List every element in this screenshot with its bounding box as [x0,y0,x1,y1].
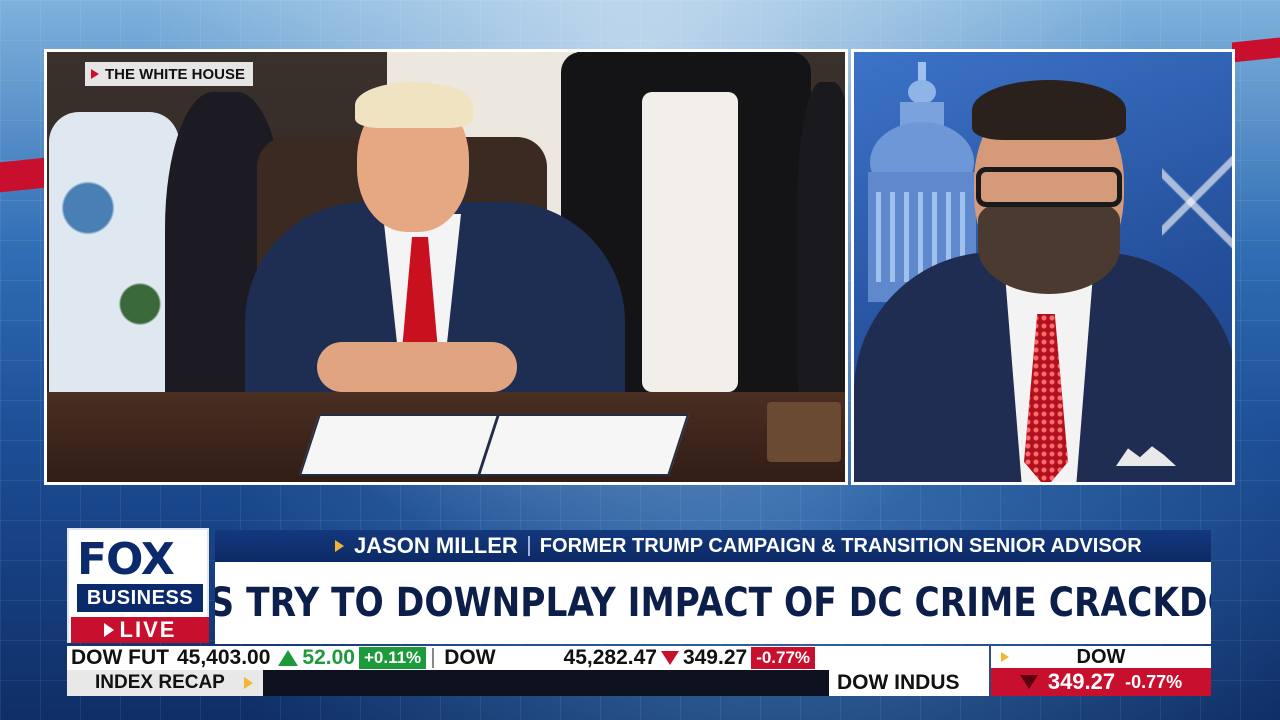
divider [527,536,530,556]
dow-fut-change: 52.00 [274,646,359,670]
index-box-label: DOW [1076,645,1126,668]
dow-fut-value: 45,403.00 [176,646,271,669]
dow-fut-pct: +0.11% [358,647,427,669]
live-badge: LIVE [71,617,209,643]
index-box-change: 349.27 [1047,669,1116,694]
location-tag-text: THE WHITE HOUSE [105,65,246,83]
play-arrow-icon [103,623,114,637]
attendee-floral-dress [49,112,179,432]
ticker-crawl-text: DOW INDUS [829,670,989,696]
index-recap-label: INDEX RECAP [95,672,225,693]
dow-label: DOW [444,646,496,669]
stock-ticker: DOW FUT 45,403.00 52.00 +0.11% DOW 45,28… [67,646,989,670]
left-video-feed: THE WHITE HOUSE [44,49,848,485]
dow-fut-label: DOW FUT [71,646,169,669]
right-video-feed [851,49,1235,485]
fox-business-logo: FOX BUSINESS LIVE [67,528,209,643]
up-arrow-icon [278,650,299,666]
headline-banner: DEMS TRY TO DOWNPLAY IMPACT OF DC CRIME … [215,562,1211,644]
index-box-header: DOW [991,646,1211,668]
dow-pct: -0.77% [751,647,816,669]
guest-name: JASON MILLER [354,533,518,558]
guest-nameplate: JASON MILLER FORMER TRUMP CAMPAIGN & TRA… [215,530,1211,562]
guest-title: FORMER TRUMP CAMPAIGN & TRANSITION SENIO… [539,534,1142,557]
index-box-values: 349.27 -0.77% [991,668,1211,696]
down-arrow-icon [1019,675,1038,689]
gold-arrow-icon [1001,652,1009,662]
dow-value: 45,282.47 [563,646,657,669]
play-arrow-icon [91,69,99,79]
gold-arrow-icon [335,540,344,552]
live-badge-text: LIVE [119,617,177,642]
dow-index-box: DOW 349.27 -0.77% [991,646,1211,696]
dow-change: 349.27 [682,646,748,669]
location-tag: THE WHITE HOUSE [85,62,254,86]
play-arrow-icon [244,677,253,689]
logo-business-text: BUSINESS [77,584,203,612]
index-box-pct: -0.77% [1125,671,1183,692]
dow-fut-change-value: 52.00 [302,646,355,669]
logo-fox-text: FOX [77,534,175,585]
divider [432,648,435,668]
down-arrow-icon [660,651,679,665]
index-recap: INDEX RECAP [67,670,263,696]
glasses-icon [976,167,1122,207]
headline-text: DEMS TRY TO DOWNPLAY IMPACT OF DC CRIME … [215,580,1211,626]
ticker-crawl-row: INDEX RECAP DOW INDUS [67,670,989,696]
